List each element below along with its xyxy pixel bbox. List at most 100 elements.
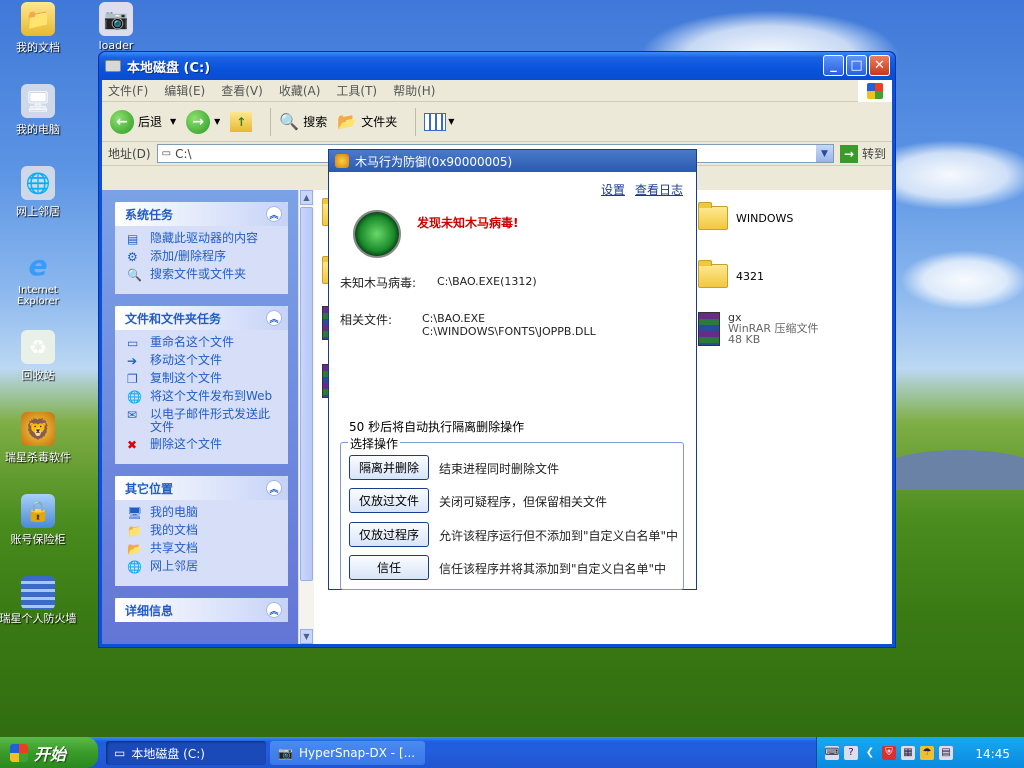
menu-favorites[interactable]: 收藏(A) xyxy=(279,82,321,99)
panel-header[interactable]: 文件和文件夹任务 ︽ xyxy=(115,306,288,330)
network-icon[interactable]: ▦ xyxy=(901,745,915,760)
toolbar-divider xyxy=(415,107,417,136)
file-item-windows[interactable]: WINDOWS xyxy=(698,202,794,230)
window-titlebar[interactable]: 本地磁盘 (C:) _ □ ✕ xyxy=(99,52,895,80)
desktop-icon-account-safe[interactable]: 🔒 账号保险柜 xyxy=(0,494,78,547)
desktop-icon-my-computer[interactable]: 🖥 我的电脑 xyxy=(0,84,78,137)
view-log-link[interactable]: 查看日志 xyxy=(635,181,683,198)
menu-edit[interactable]: 编辑(E) xyxy=(164,82,205,99)
desktop-icon-label: 账号保险柜 xyxy=(10,533,66,546)
collapse-icon[interactable]: ︽ xyxy=(266,206,282,222)
vertical-scrollbar[interactable]: ▲ ▼ xyxy=(298,190,314,644)
desktop-icon-network-places[interactable]: 🌐 网上邻居 xyxy=(0,166,78,219)
related-file: C:\BAO.EXE xyxy=(422,312,486,325)
panel-header[interactable]: 其它位置 ︽ xyxy=(115,476,288,500)
views-button[interactable]: ▼ xyxy=(424,112,455,131)
chevron-down-icon[interactable]: ▼ xyxy=(170,117,176,126)
recycle-bin-icon: ♻ xyxy=(21,330,55,364)
folders-button[interactable]: 📂 文件夹 xyxy=(337,112,397,131)
chevron-down-icon: ▼ xyxy=(448,117,455,126)
firewall-icon[interactable]: ▤ xyxy=(939,745,953,760)
panel-title: 详细信息 xyxy=(125,603,174,618)
system-tasks-panel: 系统任务 ︽ ▤ 隐藏此驱动器的内容 ⚙ 添加/删除程序 🔍 搜索文件或文件夹 xyxy=(115,202,288,294)
option-description: 允许该程序运行但不添加到"自定义白名单"中 xyxy=(439,529,679,543)
panel-header[interactable]: 系统任务 ︽ xyxy=(115,202,288,226)
scroll-thumb[interactable] xyxy=(300,207,313,581)
folder-icon: 📂 xyxy=(337,112,358,131)
forward-button[interactable]: → ▼ xyxy=(186,109,220,134)
hypersnap-icon: 📷 xyxy=(278,746,293,760)
file-item-4321[interactable]: 4321 xyxy=(698,260,764,288)
taskbar-item-hypersnap[interactable]: 📷 HyperSnap-DX - [... xyxy=(270,741,425,765)
menu-file[interactable]: 文件(F) xyxy=(108,82,148,99)
place-my-computer[interactable]: 🖥 我的电脑 xyxy=(127,505,280,521)
task-search-files[interactable]: 🔍 搜索文件或文件夹 xyxy=(127,268,280,283)
search-button[interactable]: 🔍 搜索 xyxy=(279,112,327,131)
my-documents-icon: 📁 xyxy=(21,2,55,36)
task-label: 重命名这个文件 xyxy=(150,335,235,349)
menu-view[interactable]: 查看(V) xyxy=(221,82,263,99)
desktop-icon-label: 我的电脑 xyxy=(16,123,60,136)
dialog-titlebar[interactable]: 木马行为防御(0x90000005) xyxy=(329,150,696,172)
collapse-icon[interactable]: ︽ xyxy=(266,480,282,496)
place-my-documents[interactable]: 📁 我的文档 xyxy=(127,524,280,539)
shared-folder-icon: 📂 xyxy=(127,542,142,556)
allow-program-button[interactable]: 仅放过程序 xyxy=(349,522,429,547)
desktop-icon-recycle-bin[interactable]: ♻ 回收站 xyxy=(0,330,78,383)
task-publish-web[interactable]: 🌐 将这个文件发布到Web xyxy=(127,390,280,405)
up-folder-button[interactable]: ↑ xyxy=(230,111,253,132)
chevron-left-icon[interactable]: ❮ xyxy=(863,746,877,760)
task-rename[interactable]: ▭ 重命名这个文件 xyxy=(127,335,280,351)
maximize-button[interactable]: □ xyxy=(846,55,867,76)
menu-tools[interactable]: 工具(T) xyxy=(336,82,377,99)
trust-button[interactable]: 信任 xyxy=(349,555,429,580)
clock[interactable]: 14:45 xyxy=(975,747,1010,761)
task-add-remove-programs[interactable]: ⚙ 添加/删除程序 xyxy=(127,250,280,265)
settings-link[interactable]: 设置 xyxy=(601,181,625,198)
go-button[interactable]: → 转到 xyxy=(839,144,886,163)
drive-icon: ▭ xyxy=(114,746,126,760)
file-item-gx[interactable]: gx WinRAR 压缩文件 48 KB xyxy=(698,312,819,346)
place-network[interactable]: 🌐 网上邻居 xyxy=(127,559,280,575)
up-arrow-icon: ↑ xyxy=(230,111,253,132)
countdown-message: 50 秒后将自动执行隔离删除操作 xyxy=(349,420,525,434)
security-shield-icon[interactable]: ⛨ xyxy=(882,745,896,760)
umbrella-icon[interactable]: ☂ xyxy=(920,745,934,760)
back-button[interactable]: ← 后退 ▼ xyxy=(110,109,176,134)
place-label: 网上邻居 xyxy=(150,559,199,573)
chevron-down-icon[interactable]: ▼ xyxy=(815,145,833,162)
file-name: WINDOWS xyxy=(736,211,794,225)
taskbar-item-explorer[interactable]: ▭ 本地磁盘 (C:) xyxy=(106,741,266,765)
desktop-icon-my-documents[interactable]: 📁 我的文档 xyxy=(0,2,78,55)
scroll-up-icon[interactable]: ▲ xyxy=(300,190,313,205)
task-delete[interactable]: ✖ 删除这个文件 xyxy=(127,438,280,453)
menu-help[interactable]: 帮助(H) xyxy=(393,82,435,99)
collapse-icon[interactable]: ︽ xyxy=(266,602,282,618)
task-copy[interactable]: ❐ 复制这个文件 xyxy=(127,372,280,387)
scroll-down-icon[interactable]: ▼ xyxy=(300,629,313,644)
quarantine-delete-button[interactable]: 隔离并删除 xyxy=(349,455,429,480)
chevron-down-icon[interactable]: ▼ xyxy=(214,117,220,126)
programs-icon: ⚙ xyxy=(127,250,138,264)
place-shared-documents[interactable]: 📂 共享文档 xyxy=(127,542,280,557)
desktop-icon-rising-firewall[interactable]: 瑞星个人防火墙 xyxy=(0,576,78,625)
task-email[interactable]: ✉ 以电子邮件形式发送此文件 xyxy=(127,408,280,434)
desktop-icon-loader[interactable]: 📷 loader xyxy=(76,2,156,52)
collapse-icon[interactable]: ︽ xyxy=(266,310,282,326)
panel-title: 文件和文件夹任务 xyxy=(125,311,222,326)
close-button[interactable]: ✕ xyxy=(869,55,890,76)
minimize-button[interactable]: _ xyxy=(823,55,844,76)
allow-file-button[interactable]: 仅放过文件 xyxy=(349,488,429,513)
help-icon[interactable]: ? xyxy=(844,745,858,760)
drive-icon: ▭ xyxy=(161,148,172,159)
place-label: 我的电脑 xyxy=(150,505,199,519)
button-label: 仅放过程序 xyxy=(358,528,419,542)
keyboard-icon[interactable]: ⌨ xyxy=(825,745,839,760)
task-hide-drive-contents[interactable]: ▤ 隐藏此驱动器的内容 xyxy=(127,232,280,247)
panel-header[interactable]: 详细信息 ︽ xyxy=(115,598,288,622)
task-move[interactable]: ➔ 移动这个文件 xyxy=(127,354,280,369)
start-label: 开始 xyxy=(34,744,67,764)
desktop-icon-rising-antivirus[interactable]: 🦁 瑞星杀毒软件 xyxy=(0,412,78,465)
start-button[interactable]: 开始 xyxy=(0,737,98,768)
desktop-icon-internet-explorer[interactable]: e Internet Explorer xyxy=(0,248,78,308)
